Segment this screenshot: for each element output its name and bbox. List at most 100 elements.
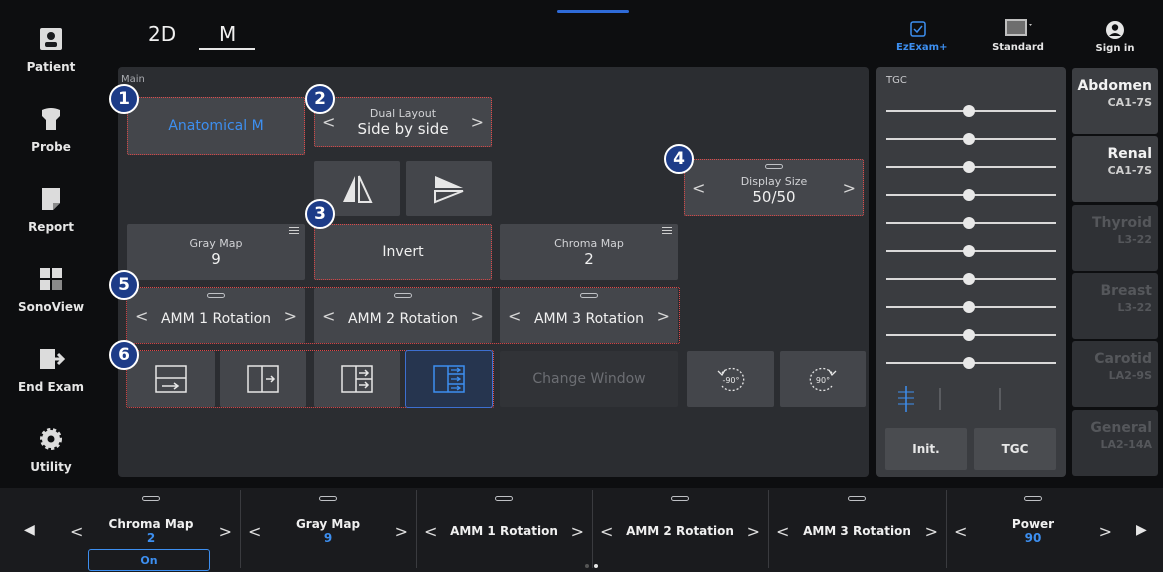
chevron-right-icon[interactable]: >	[657, 306, 670, 325]
tab-2d[interactable]: 2D	[148, 22, 176, 46]
tgc-slider[interactable]	[886, 105, 1056, 117]
slider-knob[interactable]	[963, 189, 975, 201]
chevron-left-icon[interactable]: <	[692, 178, 705, 197]
gray-map-button[interactable]: Gray Map 9	[127, 224, 305, 280]
preset-renal[interactable]: Renal CA1-7S	[1072, 136, 1158, 202]
tab-m[interactable]: M	[219, 22, 236, 46]
tgc-slider[interactable]	[886, 161, 1056, 173]
bottom-power[interactable]: < Power 90 >	[946, 488, 1120, 572]
sidebar-item-utility[interactable]: Utility	[12, 426, 90, 475]
chevron-right-icon[interactable]: >	[571, 522, 584, 541]
tgc-slider[interactable]	[886, 357, 1056, 369]
tgc-slider[interactable]	[886, 189, 1056, 201]
chevron-right-icon[interactable]: >	[284, 306, 297, 325]
rotate-left-label: -90°	[722, 376, 739, 385]
amm3-rotation-selector[interactable]: < AMM 3 Rotation >	[500, 288, 678, 343]
sidebar-item-report[interactable]: Report	[12, 186, 90, 235]
amm1-label: AMM 1 Rotation	[160, 310, 272, 327]
page-left-icon[interactable]: ◀	[24, 522, 35, 538]
chevron-right-icon[interactable]: >	[395, 522, 408, 541]
chevron-right-icon[interactable]: >	[747, 522, 760, 541]
preset-name: General	[1090, 420, 1152, 436]
slider-knob[interactable]	[963, 217, 975, 229]
slider-knob[interactable]	[963, 161, 975, 173]
preset-probe: L3-22	[1117, 301, 1152, 314]
page-dot-active[interactable]	[594, 564, 598, 568]
chevron-left-icon[interactable]: <	[135, 306, 148, 325]
slider-knob[interactable]	[963, 245, 975, 257]
chroma-map-button[interactable]: Chroma Map 2	[500, 224, 678, 280]
preset-breast[interactable]: Breast L3-22	[1072, 273, 1158, 339]
slider-knob[interactable]	[963, 329, 975, 341]
preset-abdomen[interactable]: Abdomen CA1-7S	[1072, 68, 1158, 134]
tgc-slider[interactable]	[886, 133, 1056, 145]
invert-button[interactable]: Invert	[314, 224, 492, 280]
bottom-chroma-title: Chroma Map	[108, 517, 194, 531]
chevron-right-icon[interactable]: >	[925, 522, 938, 541]
layout-top-bottom-icon	[155, 365, 187, 393]
rotate-right-button[interactable]: 90°	[780, 351, 866, 407]
layout-two-traces-button[interactable]	[314, 351, 400, 407]
bottom-amm3[interactable]: < AMM 3 Rotation >	[768, 488, 946, 572]
ezexam-button[interactable]: EzExam+	[896, 20, 947, 53]
preset-carotid[interactable]: Carotid LA2-9S	[1072, 341, 1158, 407]
page-dot[interactable]	[585, 564, 589, 568]
tgc-slider[interactable]	[886, 301, 1056, 313]
slider-knob[interactable]	[963, 105, 975, 117]
end-exam-icon	[40, 349, 65, 369]
user-icon	[1106, 21, 1124, 39]
callout-badge-6: 6	[109, 340, 139, 370]
bottom-amm1[interactable]: < AMM 1 Rotation >	[416, 488, 592, 572]
sidebar-item-patient[interactable]: Patient	[12, 26, 90, 75]
sidebar-item-probe[interactable]: Probe	[12, 106, 90, 155]
chevron-right-icon[interactable]: >	[219, 522, 232, 541]
layout-top-bottom-button[interactable]	[127, 351, 215, 407]
display-size-selector[interactable]: < Display Size 50/50 >	[684, 159, 864, 216]
dual-layout-selector[interactable]: < Dual Layout Side by side >	[314, 97, 492, 147]
tgc-init-button[interactable]: Init.	[885, 428, 967, 470]
slider-knob[interactable]	[963, 273, 975, 285]
bottom-chroma-map[interactable]: < Chroma Map 2 > On	[62, 488, 240, 572]
tgc-slider[interactable]	[886, 273, 1056, 285]
rotate-left-button[interactable]: -90°	[687, 351, 774, 407]
menu-icon	[289, 227, 299, 234]
amm1-rotation-selector[interactable]: < AMM 1 Rotation >	[127, 288, 305, 343]
bottom-gray-map[interactable]: < Gray Map 9 >	[240, 488, 416, 572]
preset-name: Thyroid	[1092, 215, 1152, 231]
slider-knob[interactable]	[963, 301, 975, 313]
tgc-slider[interactable]	[886, 217, 1056, 229]
layout-three-traces-button[interactable]	[405, 350, 493, 408]
chevron-left-icon[interactable]: <	[322, 113, 335, 132]
sidebar-item-label: Report	[28, 220, 74, 234]
chroma-on-toggle[interactable]: On	[88, 549, 210, 571]
sidebar-item-sonoview[interactable]: SonoView	[12, 266, 90, 315]
change-window-button[interactable]: Change Window	[500, 351, 678, 407]
chevron-left-icon[interactable]: <	[322, 306, 335, 325]
change-window-label: Change Window	[532, 371, 646, 387]
bottom-amm2[interactable]: < AMM 2 Rotation >	[592, 488, 768, 572]
chevron-right-icon[interactable]: >	[471, 306, 484, 325]
tgc-button[interactable]: TGC	[974, 428, 1056, 470]
layout-side-by-side-button[interactable]	[220, 351, 306, 407]
chevron-right-icon[interactable]: >	[1099, 522, 1112, 541]
sign-in-button[interactable]: Sign in	[1092, 20, 1138, 54]
flip-vertical-button[interactable]	[406, 161, 492, 216]
invert-label: Invert	[382, 244, 424, 260]
page-right-icon[interactable]: ▶	[1136, 522, 1147, 538]
amm2-rotation-selector[interactable]: < AMM 2 Rotation >	[314, 288, 492, 343]
standard-button[interactable]: Standard	[990, 19, 1046, 53]
tgc-slider[interactable]	[886, 245, 1056, 257]
chevron-right-icon[interactable]: >	[471, 113, 484, 132]
preset-general[interactable]: General LA2-14A	[1072, 410, 1158, 476]
tgc-slider[interactable]	[886, 329, 1056, 341]
sidebar-item-end-exam[interactable]: End Exam	[12, 346, 90, 395]
top-handle[interactable]	[557, 10, 629, 13]
chevron-right-icon[interactable]: >	[843, 178, 856, 197]
slider-knob[interactable]	[963, 133, 975, 145]
anatomical-m-button[interactable]: Anatomical M	[127, 97, 305, 155]
rotate-ccw-icon: -90°	[717, 367, 744, 392]
chevron-left-icon[interactable]: <	[508, 306, 521, 325]
preset-probe: CA1-7S	[1107, 96, 1152, 109]
preset-thyroid[interactable]: Thyroid L3-22	[1072, 205, 1158, 271]
slider-knob[interactable]	[963, 357, 975, 369]
